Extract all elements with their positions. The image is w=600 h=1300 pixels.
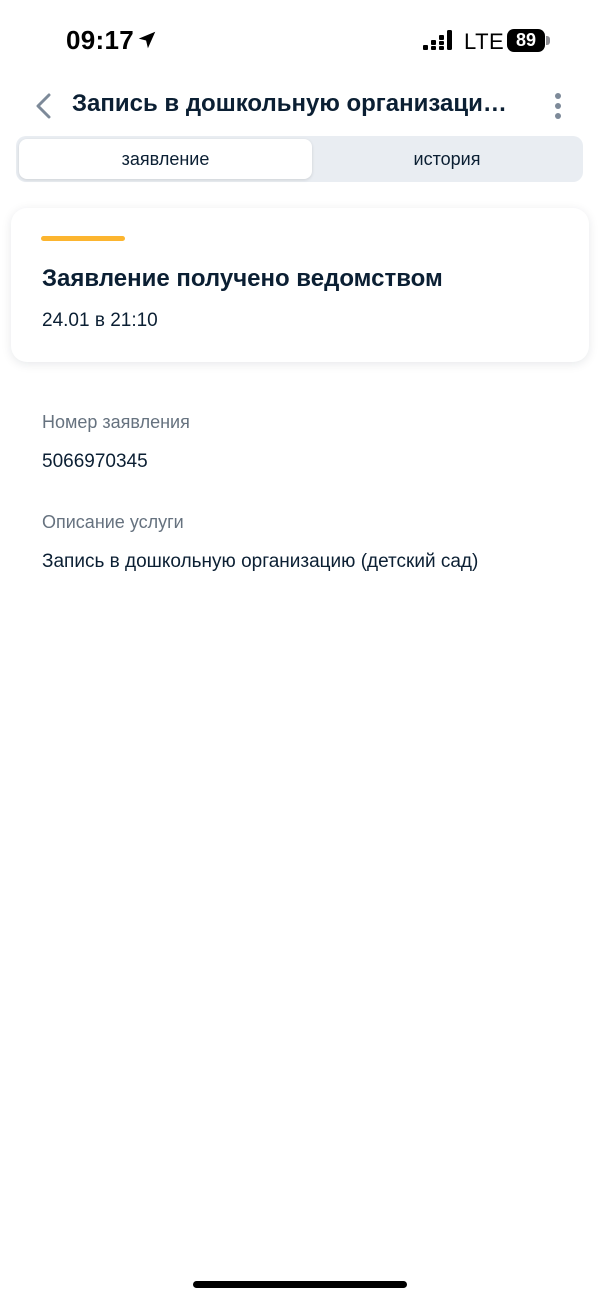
location-arrow-icon <box>138 31 156 49</box>
app-header: Запись в дошкольную организацию (детский… <box>0 80 600 132</box>
status-indicator-bar <box>41 236 125 241</box>
service-description-label: Описание услуги <box>42 512 184 532</box>
status-bar: 09:17 LTE 89 <box>0 0 600 80</box>
status-title: Заявление получено ведомством <box>42 265 443 292</box>
status-date: 24.01 в 21:10 <box>42 310 158 331</box>
network-type: LTE <box>464 29 505 54</box>
segmented-tabs: заявление история <box>16 136 583 182</box>
home-indicator[interactable] <box>193 1281 407 1288</box>
chevron-left-icon <box>36 93 51 119</box>
tab-application[interactable]: заявление <box>19 139 312 179</box>
application-number-value: 5066970345 <box>42 451 148 472</box>
battery-cap <box>546 36 550 45</box>
tab-history[interactable]: история <box>314 139 580 179</box>
application-number-label: Номер заявления <box>42 412 190 432</box>
battery-level: 89 <box>507 29 545 52</box>
service-description-value: Запись в дошкольную организацию (детский… <box>42 551 479 572</box>
more-vertical-icon <box>555 93 561 119</box>
application-status-card: Заявление получено ведомством 24.01 в 21… <box>11 208 589 362</box>
back-button[interactable] <box>26 88 62 124</box>
page-title: Запись в дошкольную организацию (детский… <box>72 90 522 117</box>
more-options-button[interactable] <box>540 88 576 124</box>
signal-strength-icon <box>423 30 452 50</box>
status-time: 09:17 <box>66 25 134 55</box>
